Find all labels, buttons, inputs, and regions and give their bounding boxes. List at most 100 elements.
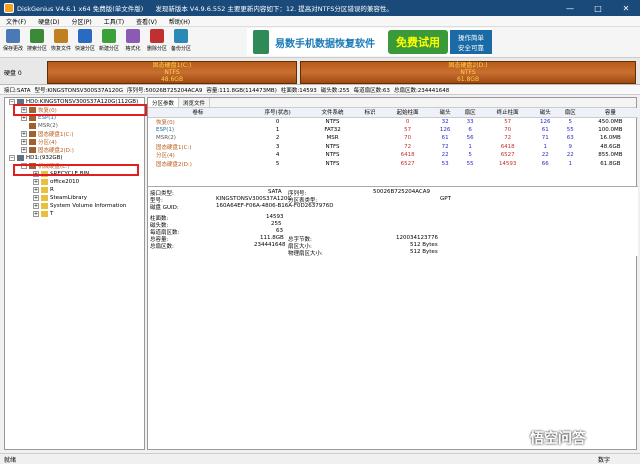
expand-toggle-icon[interactable]: +	[21, 147, 27, 153]
table-cell: ESP(1)	[156, 126, 175, 133]
disk-icon	[29, 139, 36, 145]
minimize-button[interactable]: —	[556, 0, 584, 16]
toolbar-button-2[interactable]: 恢复文件	[50, 27, 72, 57]
tree-item[interactable]: + SteamLibrary	[5, 194, 144, 202]
table-cell: 855.0MB	[598, 152, 623, 159]
table-cell	[358, 117, 383, 126]
toolbar-button-6[interactable]: 删除分区	[146, 27, 168, 57]
table-cell: 72	[504, 135, 512, 142]
toolbar-label: 格式化	[125, 46, 141, 52]
toolbar-button-1[interactable]: 搜索分区	[26, 27, 48, 57]
menu-file[interactable]: 文件(F)	[0, 17, 32, 26]
tree-item[interactable]: + T	[5, 210, 144, 218]
close-button[interactable]: ✕	[612, 0, 640, 16]
banner-side-2: 安全可靠	[458, 44, 484, 52]
update-notice[interactable]: 发现新版本 V4.9.6.552 主要更新内容如下：12. 提高对NTFS分区错…	[155, 3, 393, 13]
tree-item[interactable]: + 固态硬盘1(C:)	[5, 130, 144, 138]
folder-icon	[41, 179, 48, 185]
toolbar-button-4[interactable]: 新建分区	[98, 27, 120, 57]
menu-view[interactable]: 查看(V)	[130, 17, 163, 26]
partition-name: 固态硬盘2(D:)	[448, 62, 488, 69]
tab-partition-params[interactable]: 分区参数	[148, 98, 180, 107]
window-title: DiskGenius V4.6.1 x64 免费版(单文件版)	[17, 5, 144, 13]
detail-value: SATA	[268, 189, 282, 195]
tree-item[interactable]: + R	[5, 186, 144, 194]
table-row[interactable]: 分区(4) 4 NTFS 6418 22 5 6527 22 22 855.0MB	[148, 151, 638, 160]
tree-item[interactable]: + 分区(4)	[5, 138, 144, 146]
tree-item-label: HD1:(932GB)	[26, 155, 63, 161]
column-header[interactable]: 终止柱面	[482, 108, 533, 118]
tree-item[interactable]: + 固态硬盘2(D:)	[5, 146, 144, 154]
column-header[interactable]: 文件系统	[307, 108, 358, 118]
numlock-indicator: 数字	[597, 456, 610, 464]
table-cell: 16.0MB	[600, 135, 621, 142]
table-cell: MSR(2)	[156, 135, 176, 142]
toolbar-button-5[interactable]: 格式化	[122, 27, 144, 57]
tree-item[interactable]: + office2010	[5, 178, 144, 186]
table-cell: 0	[275, 118, 280, 125]
table-row[interactable]: 恢复(0) 0 NTFS 0 32 33 57 126 5 450.0MB	[148, 117, 638, 126]
partition-bar-d[interactable]: 固态硬盘2(D:) NTFS 61.8GB	[300, 61, 636, 84]
table-row[interactable]: 固态硬盘2(D:) 5 NTFS 6527 53 55 14593 66 1 61.8GB	[148, 160, 638, 169]
table-cell: NTFS	[325, 143, 340, 150]
disk-map: 硬盘 0 固态硬盘1(C:) NTFS 48.6GB 固态硬盘2(D:) NTF…	[0, 58, 640, 85]
toolbar-button-0[interactable]: 保存更改	[2, 27, 24, 57]
info-iface: 接口:SATA	[4, 87, 31, 94]
maximize-button[interactable]: □	[584, 0, 612, 16]
tree-item[interactable]: − HD1:(932GB)	[5, 154, 144, 162]
table-row[interactable]: ESP(1) 1 FAT32 57 126 6 70 61 55 100.0MB	[148, 126, 638, 135]
table-row[interactable]: 固态硬盘1(C:) 3 NTFS 72 72 1 6418 1 9 48.6GB	[148, 143, 638, 152]
menu-help[interactable]: 帮助(H)	[163, 17, 196, 26]
tree-item[interactable]: + System Volume Information	[5, 202, 144, 210]
column-header[interactable]: 起始柱面	[382, 108, 433, 118]
menu-tools[interactable]: 工具(T)	[98, 17, 130, 26]
table-cell: 0	[405, 118, 410, 125]
disk-icon	[17, 155, 24, 161]
table-cell: 100.0MB	[598, 126, 623, 133]
info-serial: 序列号:50026B725204ACA9	[127, 87, 203, 94]
column-header[interactable]: 扇区	[457, 108, 483, 118]
table-cell: 53	[441, 160, 449, 167]
backup-icon	[174, 29, 188, 43]
column-header[interactable]: 容量	[582, 108, 638, 118]
partition-bar-c[interactable]: 固态硬盘1(C:) NTFS 48.6GB	[47, 61, 297, 84]
column-header[interactable]: 磁头	[432, 108, 458, 118]
expand-toggle-icon[interactable]: +	[33, 187, 39, 193]
disk-tree[interactable]: − HD0:KINGSTONSV300S37A120G(112GB) + 恢复(0) +…	[4, 97, 145, 450]
expand-toggle-icon[interactable]: +	[21, 131, 27, 137]
disk-icon	[29, 147, 36, 153]
column-header[interactable]: 卷标	[148, 108, 248, 118]
watermark: 悟空问答	[530, 431, 586, 447]
table-row[interactable]: MSR(2) 2 MSR 70 61 56 72 71 63 16.0MB	[148, 134, 638, 143]
detail-value: KINGSTONSV300S37A120G	[216, 196, 292, 202]
table-cell: 57	[404, 126, 412, 133]
expand-toggle-icon[interactable]: +	[33, 195, 39, 201]
table-cell	[358, 134, 383, 143]
expand-toggle-icon[interactable]: +	[33, 203, 39, 209]
partition-size: 61.8GB	[456, 76, 480, 83]
expand-toggle-icon[interactable]: −	[9, 155, 15, 161]
expand-toggle-icon[interactable]: +	[21, 139, 27, 145]
table-cell: 55	[466, 160, 474, 167]
toolbar-button-3[interactable]: 快速分区	[74, 27, 96, 57]
column-header[interactable]: 扇区	[557, 108, 583, 118]
folder-icon	[41, 187, 48, 193]
toolbar-label: 新建分区	[98, 46, 119, 52]
banner-text: 易数手机数据恢复软件	[275, 38, 375, 50]
expand-toggle-icon[interactable]: +	[33, 211, 39, 217]
tree-item[interactable]: MSR(2)	[5, 122, 144, 130]
info-spt: 每道扇区数:63	[353, 87, 390, 94]
column-header[interactable]: 磁头	[532, 108, 558, 118]
table-cell: 6418	[400, 152, 415, 159]
column-header[interactable]: 序号(状态)	[247, 108, 308, 118]
toolbar-button-7[interactable]: 备份分区	[170, 27, 192, 57]
recover-icon	[54, 29, 68, 43]
expand-toggle-icon[interactable]: +	[33, 179, 39, 185]
table-cell: 70	[504, 126, 512, 133]
column-header[interactable]: 标识	[357, 108, 383, 118]
ad-banner[interactable]: 易数手机数据恢复软件 免费试用 操作简单 安全可靠	[247, 28, 492, 56]
folder-icon	[41, 195, 48, 201]
menu-partition[interactable]: 分区(P)	[65, 17, 97, 26]
tab-browse-files[interactable]: 浏览文件	[179, 98, 211, 107]
menu-disk[interactable]: 硬盘(D)	[32, 17, 65, 26]
